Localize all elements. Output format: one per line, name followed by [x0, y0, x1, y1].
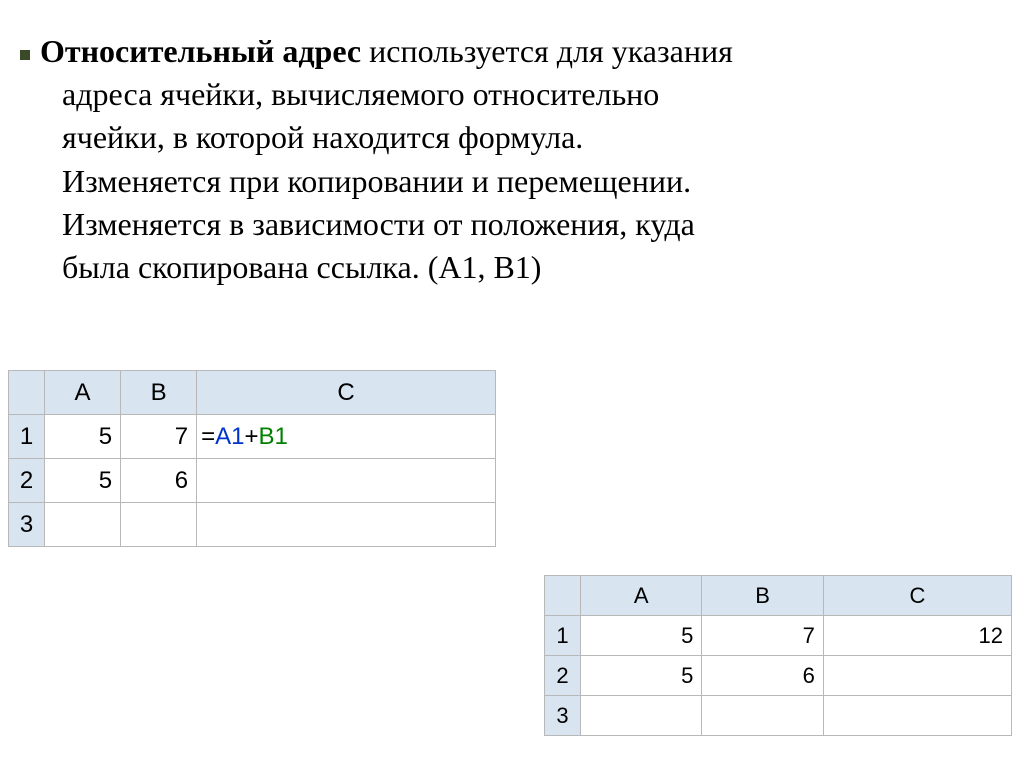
row-header-2: 2	[9, 459, 45, 503]
text-line6: была скопирована ссылка. (А1, В1)	[62, 246, 984, 289]
bold-term: Относительный адрес	[40, 33, 361, 69]
cell-c2	[197, 459, 496, 503]
spreadsheet-result-table: A B C 1 5 7 12 2 5 6 3	[544, 575, 1012, 736]
col-header-a: A	[581, 576, 702, 616]
spreadsheet-formula-table: A B C 1 5 7 =A1+B1 2 5 6 3	[8, 370, 496, 547]
text-line3: ячейки, в которой находится формула.	[62, 116, 984, 159]
col-header-b: B	[121, 371, 197, 415]
cell-a2: 5	[581, 656, 702, 696]
text-line2: адреса ячейки, вычисляемого относительно	[62, 73, 984, 116]
cell-c3	[823, 696, 1011, 736]
bullet-icon	[20, 50, 30, 60]
cell-b1: 7	[121, 415, 197, 459]
cell-a3	[45, 503, 121, 547]
col-header-c: C	[197, 371, 496, 415]
cell-c3	[197, 503, 496, 547]
row-header-3: 3	[9, 503, 45, 547]
cell-c1-formula: =A1+B1	[197, 415, 496, 459]
row-header-3: 3	[545, 696, 581, 736]
col-header-b: B	[702, 576, 823, 616]
cell-b3	[121, 503, 197, 547]
corner-cell	[545, 576, 581, 616]
row-header-1: 1	[9, 415, 45, 459]
col-header-a: A	[45, 371, 121, 415]
formula-ref-b1: B1	[259, 423, 288, 450]
col-header-c: C	[823, 576, 1011, 616]
row-header-1: 1	[545, 616, 581, 656]
row-header-2: 2	[545, 656, 581, 696]
corner-cell	[9, 371, 45, 415]
cell-b1: 7	[702, 616, 823, 656]
text-line1-rest: используется для указания	[361, 33, 733, 69]
formula-ref-a1: A1	[215, 423, 244, 450]
formula-equals: =	[201, 423, 215, 450]
cell-c1: 12	[823, 616, 1011, 656]
cell-c2	[823, 656, 1011, 696]
cell-b2: 6	[121, 459, 197, 503]
cell-a1: 5	[45, 415, 121, 459]
cell-b2: 6	[702, 656, 823, 696]
text-line5: Изменяется в зависимости от положения, к…	[62, 203, 984, 246]
cell-b3	[702, 696, 823, 736]
cell-a2: 5	[45, 459, 121, 503]
cell-a3	[581, 696, 702, 736]
text-line4: Изменяется при копировании и перемещении…	[62, 160, 984, 203]
formula-plus: +	[245, 423, 259, 450]
cell-a1: 5	[581, 616, 702, 656]
description-text: Относительный адрес используется для ука…	[0, 0, 1024, 309]
